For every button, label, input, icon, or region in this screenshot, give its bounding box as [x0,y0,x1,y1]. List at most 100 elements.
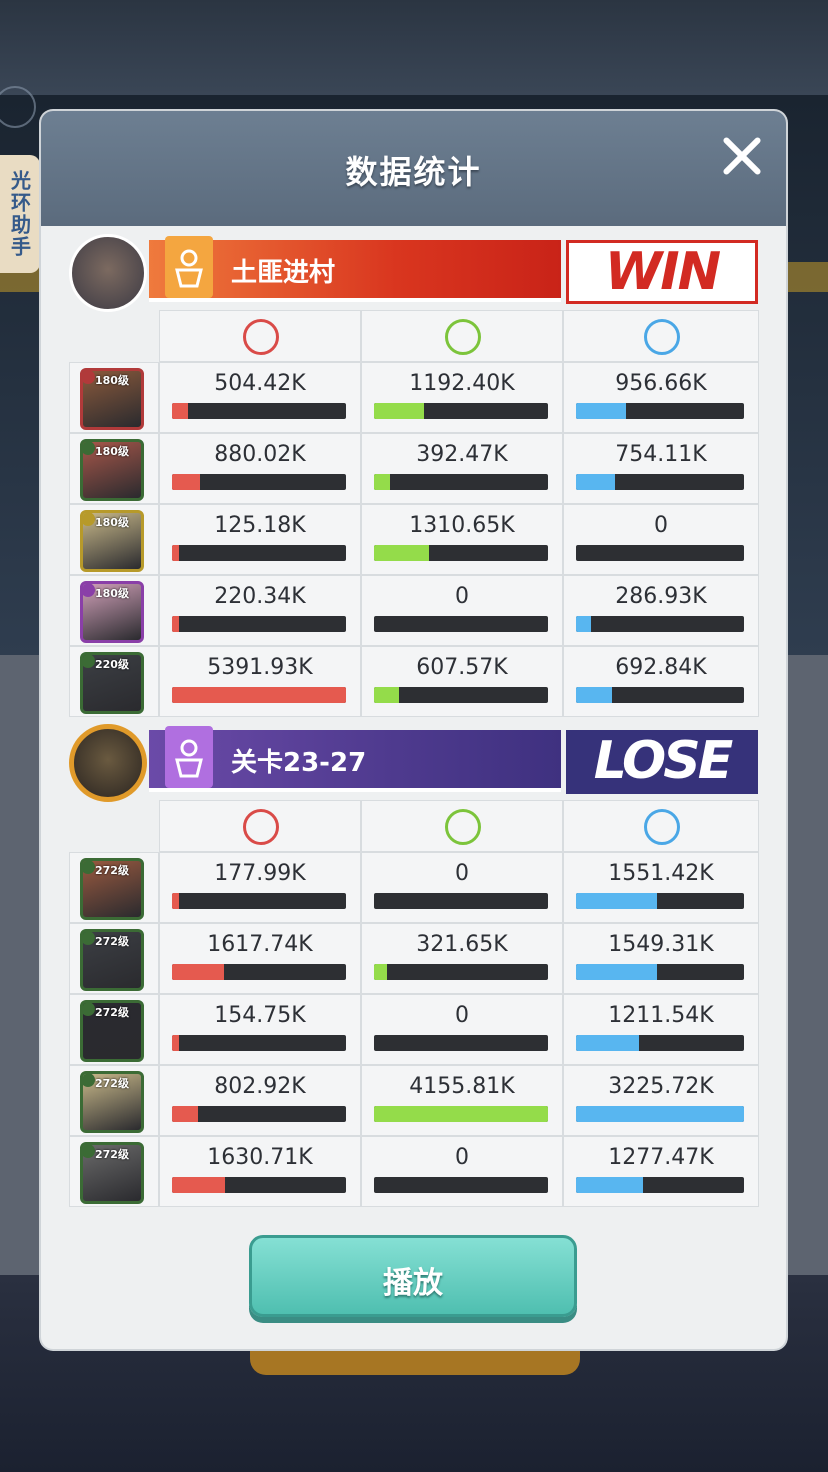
enemy-avatar [69,724,147,802]
stat-value-damage: 1617.74K [207,932,313,957]
stat-value-defense: 692.84K [615,655,707,680]
stat-value-defense: 1277.47K [608,1145,714,1170]
hero-portrait[interactable]: 180级 [80,581,144,643]
stat-cell-heal: 321.65K [361,923,563,994]
modal-header: 数据统计 [41,111,786,226]
team-banner-enemy: 关卡23-27 LOSE [41,724,786,802]
stat-bar-fill-damage [172,1035,179,1051]
rarity-icon [83,1074,95,1087]
stat-value-heal: 0 [455,584,469,609]
stat-bar-heal [374,1106,548,1122]
hero-portrait[interactable]: 220级 [80,652,144,714]
stat-bar-heal [374,964,548,980]
stat-cell-defense: 0 [563,504,759,575]
play-button[interactable]: 播放 [249,1235,577,1317]
stat-cell-heal: 0 [361,852,563,923]
stat-bar-damage [172,1106,346,1122]
stat-bar-fill-defense [576,1035,640,1051]
stat-bar-heal [374,1177,548,1193]
stat-bar-fill-heal [374,964,388,980]
hero-level: 180级 [95,374,129,387]
modal-title: 数据统计 [345,153,482,191]
hero-portrait[interactable]: 180级 [80,368,144,430]
stat-cell-damage: 880.02K [159,433,361,504]
team-flag-icon [165,236,213,298]
rarity-icon [83,1145,95,1158]
stat-value-heal: 607.57K [416,655,508,680]
stat-value-heal: 0 [455,1003,469,1028]
stat-value-heal: 4155.81K [409,1074,515,1099]
hero-level: 272级 [95,864,129,877]
stat-bar-damage [172,893,346,909]
stat-value-heal: 0 [455,861,469,886]
stat-cell-heal: 1192.40K [361,362,563,433]
helper-tab[interactable]: 光环助手 [0,155,40,273]
stat-value-defense: 956.66K [615,371,707,396]
stats-modal: 数据统计 土匪进村 WIN 180级 504.42K 1192.40K 956.66K… [41,111,786,1349]
stat-bar-damage [172,1177,346,1193]
stat-bar-damage [172,1035,346,1051]
stat-value-damage: 220.34K [214,584,306,609]
stat-bar-heal [374,687,548,703]
stat-cell-heal: 0 [361,994,563,1065]
hero-cell: 272级 [69,1065,159,1136]
stat-cell-damage: 802.92K [159,1065,361,1136]
hero-level: 180级 [95,445,129,458]
hero-level: 180级 [95,516,129,529]
result-badge-win: WIN [566,240,758,304]
team-flag-icon [165,726,213,788]
close-icon[interactable] [717,131,767,181]
hero-portrait[interactable]: 272级 [80,929,144,991]
stat-cell-damage: 5391.93K [159,646,361,717]
stat-bar-fill-heal [374,545,429,561]
damage-icon [243,809,279,845]
stat-bar-fill-defense [576,964,657,980]
stat-value-heal: 392.47K [416,442,508,467]
stat-value-defense: 3225.72K [608,1074,714,1099]
stat-bar-defense [576,474,744,490]
hero-cell: 272级 [69,1136,159,1207]
hero-cell: 180级 [69,575,159,646]
stat-bar-fill-defense [576,1106,744,1122]
stat-header-cell [361,800,563,852]
hero-portrait[interactable]: 272级 [80,1142,144,1204]
hero-level: 272级 [95,1148,129,1161]
stat-bar-fill-damage [172,616,180,632]
hero-level: 180级 [95,587,129,600]
stat-cell-defense: 1211.54K [563,994,759,1065]
hero-portrait[interactable]: 272级 [80,858,144,920]
hero-portrait[interactable]: 180级 [80,439,144,501]
helper-tab-label: 光环助手 [7,170,32,258]
stat-bar-damage [172,403,346,419]
stat-bar-damage [172,687,346,703]
hero-portrait[interactable]: 180级 [80,510,144,572]
stat-cell-damage: 154.75K [159,994,361,1065]
hero-portrait[interactable]: 272级 [80,1000,144,1062]
damage-icon [243,319,279,355]
stat-cell-heal: 0 [361,575,563,646]
rarity-icon [83,655,95,668]
stat-bar-defense [576,964,744,980]
play-button-label: 播放 [383,1266,443,1301]
stat-header-cell [563,800,759,852]
stat-cell-damage: 1630.71K [159,1136,361,1207]
stat-cell-defense: 1549.31K [563,923,759,994]
hero-portrait[interactable]: 272级 [80,1071,144,1133]
stat-cell-defense: 956.66K [563,362,759,433]
hero-cell: 180级 [69,433,159,504]
stat-bar-fill-defense [576,1177,643,1193]
stat-cell-damage: 1617.74K [159,923,361,994]
stat-cell-heal: 4155.81K [361,1065,563,1136]
stat-bar-fill-damage [172,474,201,490]
stat-cell-damage: 125.18K [159,504,361,575]
stat-value-heal: 0 [455,1145,469,1170]
shield-icon [644,809,680,845]
hero-cell: 272级 [69,994,159,1065]
stat-header-cell [563,310,759,362]
stat-bar-fill-defense [576,616,591,632]
stat-value-damage: 504.42K [214,371,306,396]
stat-bar-heal [374,403,548,419]
stat-cell-defense: 1551.42K [563,852,759,923]
hero-cell: 180级 [69,362,159,433]
hero-cell: 220级 [69,646,159,717]
